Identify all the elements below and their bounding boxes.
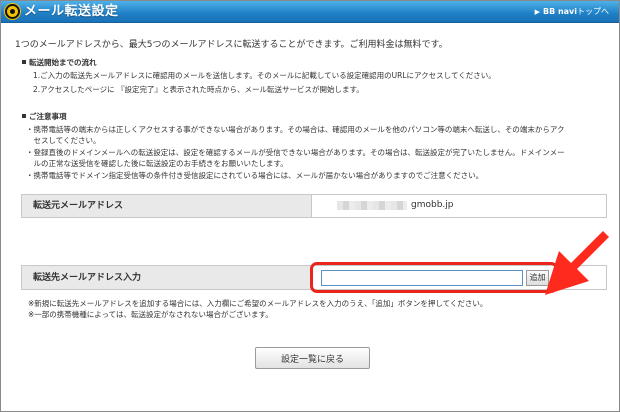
pointing-arrow-icon bbox=[545, 231, 617, 295]
flow-heading: 転送開始までの流れ bbox=[22, 58, 97, 68]
masked-address bbox=[337, 201, 407, 210]
flow-step: 1.ご入力の転送先メールアドレスに確認用のメールを送信します。そのメールに記載し… bbox=[33, 71, 496, 80]
top-link-suffix: トップへ bbox=[577, 7, 609, 16]
return-to-settings-list-button[interactable]: 設定一覧に戻る bbox=[255, 347, 370, 369]
source-address-domain: gmobb.jp bbox=[411, 200, 454, 210]
mail-forwarding-page: メール転送設定 ▶ BB naviトップへ 1つのメールアドレスから、最大5つのメ… bbox=[0, 0, 620, 412]
square-bullet-icon bbox=[22, 114, 26, 118]
triangle-right-icon: ▶ bbox=[534, 8, 540, 16]
intro-text: 1つのメールアドレスから、最大5つのメールアドレスに転送することができます。ご利… bbox=[15, 40, 448, 50]
header-bar: メール転送設定 ▶ BB naviトップへ bbox=[1, 1, 619, 23]
caution-line: ルの正常な送受信を確認した後に転送設定のお手続きをお願いいたします。 bbox=[26, 159, 288, 168]
destination-address-label: 転送先メールアドレス入力 bbox=[33, 273, 142, 283]
cautions-heading-label: ご注意事項 bbox=[29, 112, 67, 121]
destination-address-label-cell: 転送先メールアドレス入力 bbox=[22, 266, 312, 289]
highlight-box bbox=[310, 262, 558, 293]
page-title: メール転送設定 bbox=[24, 4, 119, 19]
caution-line: ・登録直後のドメインメールへの転送設定は、設定を確認するメールが受信できない場合… bbox=[26, 148, 565, 157]
caution-line: ・携帯電話等の端末からは正しくアクセスする事ができない場合があります。その場合は… bbox=[26, 125, 565, 134]
note-line: ※新規に転送先メールアドレスを追加する場合には、入力欄にご希望のメールアドレスを… bbox=[28, 299, 488, 308]
flow-heading-label: 転送開始までの流れ bbox=[29, 58, 97, 67]
source-address-label-cell: 転送元メールアドレス bbox=[22, 195, 312, 217]
square-bullet-icon bbox=[22, 60, 26, 64]
top-link-brand: BB navi bbox=[542, 7, 577, 16]
bb-logo-icon bbox=[4, 3, 21, 20]
source-address-row: 転送元メールアドレス gmobb.jp bbox=[21, 194, 607, 218]
cautions-heading: ご注意事項 bbox=[22, 112, 67, 122]
flow-step: 2.アクセスしたページに 『設定完了』と表示された時点から、メール転送サービスが… bbox=[33, 85, 364, 94]
source-address-label: 転送元メールアドレス bbox=[33, 201, 124, 211]
caution-line: ・携帯電話等でドメイン指定受信等の条件付き受信設定にされている場合には、メールが… bbox=[26, 171, 484, 180]
note-line: ※一部の携帯機種によっては、転送設定がなされない場合がございます。 bbox=[28, 310, 273, 319]
bbnavi-top-link[interactable]: ▶ BB naviトップへ bbox=[535, 7, 609, 17]
caution-line: セスしてください。 bbox=[26, 136, 101, 145]
